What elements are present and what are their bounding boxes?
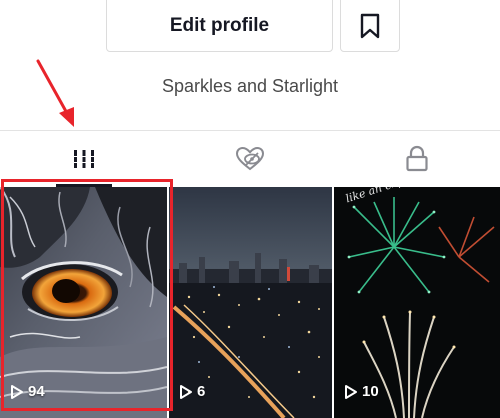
video-tile[interactable]: 94 <box>0 187 167 418</box>
profile-screen: Edit profile Sparkles and Starlight 94 6… <box>0 0 500 418</box>
video-tile[interactable]: like an exp 10 <box>334 187 500 418</box>
play-count: 94 <box>10 383 45 400</box>
favorites-button[interactable] <box>340 0 400 52</box>
play-icon <box>345 384 357 399</box>
video-tile[interactable]: 6 <box>169 187 332 418</box>
play-count-value: 10 <box>362 383 379 400</box>
edit-profile-label: Edit profile <box>169 15 270 36</box>
tab-videos[interactable] <box>0 131 167 187</box>
play-count: 6 <box>179 383 205 400</box>
play-count: 10 <box>344 383 379 400</box>
play-count-value: 94 <box>28 383 45 400</box>
lock-icon <box>405 145 428 172</box>
play-count-value: 6 <box>197 383 206 400</box>
play-icon <box>180 384 192 399</box>
tab-private[interactable] <box>333 131 500 187</box>
edit-profile-button[interactable]: Edit profile <box>106 0 333 52</box>
tab-liked[interactable] <box>167 131 333 187</box>
profile-bio: Sparkles and Starlight <box>161 76 339 96</box>
bookmark-icon <box>360 13 380 39</box>
grid-icon <box>72 150 95 168</box>
heart-hidden-icon <box>235 146 265 171</box>
play-icon <box>11 384 23 399</box>
